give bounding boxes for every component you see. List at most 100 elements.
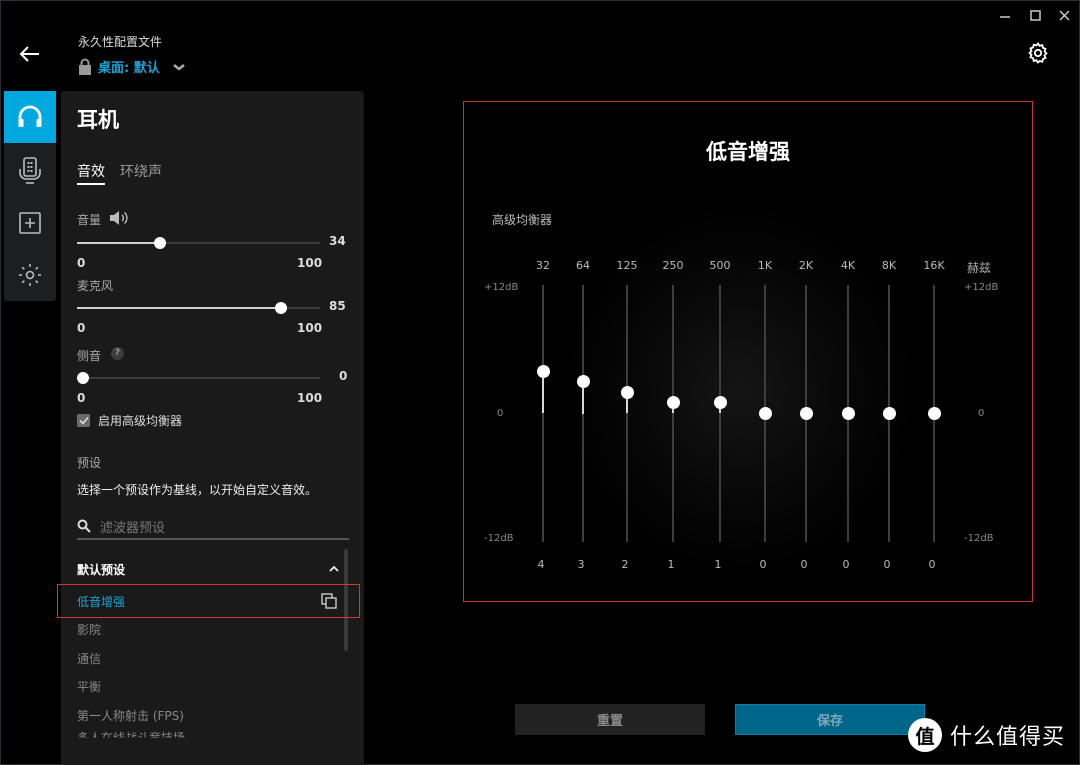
volume-slider-knob[interactable] bbox=[153, 237, 166, 249]
eq-gain-value: 1 bbox=[714, 558, 722, 571]
db-top-left: +12dB bbox=[484, 282, 519, 293]
tab-surround[interactable]: 环绕声 bbox=[120, 161, 162, 181]
device-settings-panel: 耳机 音效 环绕声 音量 34 0 100 麦克风 85 0 100 侧音 ? … bbox=[61, 91, 364, 765]
close-button[interactable] bbox=[1056, 8, 1074, 24]
volume-value: 34 bbox=[329, 234, 346, 248]
eq-freq-label: 64 bbox=[576, 259, 590, 272]
eq-freq-label: 250 bbox=[662, 259, 684, 272]
microphone-slider-knob[interactable] bbox=[275, 302, 288, 314]
eq-gain-value: 0 bbox=[759, 558, 767, 571]
eq-band-knob[interactable] bbox=[620, 385, 634, 399]
preset-item-fps[interactable]: 第一人称射击 (FPS) bbox=[77, 707, 184, 724]
watermark-badge: 值 bbox=[908, 718, 942, 752]
eq-preset-title: 低音增强 bbox=[706, 140, 790, 164]
sidetone-slider-knob[interactable] bbox=[77, 372, 89, 384]
eq-freq-label: 16K bbox=[923, 259, 945, 272]
db-mid-left: 0 bbox=[497, 408, 504, 419]
default-presets-group[interactable]: 默认预设 bbox=[77, 561, 125, 578]
sidetone-label: 侧音 bbox=[77, 349, 102, 363]
panel-title: 耳机 bbox=[77, 108, 119, 132]
eq-band-knob[interactable] bbox=[536, 364, 550, 378]
search-icon bbox=[77, 519, 91, 533]
presets-heading: 预设 bbox=[77, 456, 102, 470]
plus-box-icon bbox=[19, 212, 41, 234]
eq-band-knob[interactable] bbox=[666, 396, 680, 410]
eq-band-knob[interactable] bbox=[758, 407, 772, 420]
advanced-eq-checkbox[interactable] bbox=[77, 414, 90, 427]
rail-item-lighting[interactable] bbox=[4, 249, 56, 301]
headphones-icon bbox=[18, 105, 42, 127]
eq-band-track[interactable] bbox=[542, 285, 544, 542]
lock-icon bbox=[79, 58, 91, 75]
microphone-label: 麦克风 bbox=[77, 279, 114, 293]
profile-label: 永久性配置文件 bbox=[78, 35, 163, 49]
advanced-eq-label: 启用高级均衡器 bbox=[98, 414, 183, 428]
maximize-button[interactable] bbox=[1027, 8, 1045, 24]
eq-band-knob[interactable] bbox=[799, 407, 813, 420]
rail-item-headset[interactable] bbox=[4, 91, 56, 143]
rail-item-microphone[interactable] bbox=[4, 145, 56, 197]
preset-item-balanced[interactable]: 平衡 bbox=[77, 678, 101, 695]
volume-slider[interactable] bbox=[77, 237, 320, 249]
eq-freq-label: 500 bbox=[709, 259, 731, 272]
eq-gain-value: 4 bbox=[537, 558, 545, 571]
eq-band-knob[interactable] bbox=[576, 375, 590, 389]
eq-gain-value: 2 bbox=[621, 558, 629, 571]
db-bottom-right: -12dB bbox=[964, 533, 994, 544]
eq-band-track[interactable] bbox=[719, 285, 721, 542]
eq-freq-label: 32 bbox=[536, 259, 550, 272]
help-icon[interactable]: ? bbox=[111, 347, 124, 360]
preset-item-moba[interactable]: 多人在线战斗竞技场 bbox=[77, 729, 185, 738]
preset-item-cinema[interactable]: 影院 bbox=[77, 621, 101, 638]
eq-subtitle: 高级均衡器 bbox=[492, 213, 553, 227]
save-button[interactable]: 保存 bbox=[735, 704, 925, 735]
chevron-down-icon bbox=[172, 63, 185, 71]
volume-slider-fill bbox=[77, 242, 160, 244]
microphone-min: 0 bbox=[77, 321, 86, 335]
profile-selector[interactable]: 桌面: 默认 bbox=[78, 57, 186, 76]
db-bottom-left: -12dB bbox=[484, 533, 514, 544]
tab-sound-effects[interactable]: 音效 bbox=[77, 161, 105, 181]
eq-band-knob[interactable] bbox=[713, 396, 727, 410]
microphone-slider-fill bbox=[77, 307, 282, 309]
eq-band-track[interactable] bbox=[672, 285, 674, 542]
checkmark-icon bbox=[78, 416, 89, 425]
arrow-left-icon bbox=[19, 46, 39, 62]
eq-freq-label: 125 bbox=[616, 259, 638, 272]
volume-min: 0 bbox=[77, 256, 86, 270]
eq-gain-value: 0 bbox=[800, 558, 808, 571]
preset-filter-input[interactable]: 滤波器预设 bbox=[100, 517, 165, 536]
reset-button[interactable]: 重置 bbox=[515, 704, 705, 735]
device-rail bbox=[4, 91, 56, 301]
eq-band-knob[interactable] bbox=[882, 407, 896, 420]
sidetone-slider[interactable] bbox=[77, 372, 320, 384]
eq-band-track[interactable] bbox=[582, 285, 584, 542]
search-underline bbox=[77, 538, 349, 540]
db-top-right: +12dB bbox=[964, 282, 999, 293]
eq-freq-label: 4K bbox=[840, 259, 856, 272]
sidetone-min: 0 bbox=[77, 391, 86, 405]
eq-gain-value: 1 bbox=[667, 558, 675, 571]
microphone-slider[interactable] bbox=[77, 302, 320, 314]
microphone-icon bbox=[19, 157, 41, 184]
highlight-annotation-eq bbox=[463, 101, 1033, 602]
eq-band-track[interactable] bbox=[626, 285, 628, 542]
preset-item-communication[interactable]: 通信 bbox=[77, 650, 101, 667]
microphone-value: 85 bbox=[329, 299, 346, 313]
eq-freq-label: 8K bbox=[881, 259, 897, 272]
minimize-button[interactable] bbox=[997, 8, 1015, 24]
rail-item-add[interactable] bbox=[4, 197, 56, 249]
microphone-max: 100 bbox=[297, 321, 323, 335]
eq-band-knob[interactable] bbox=[927, 407, 941, 420]
sidetone-value: 0 bbox=[339, 369, 348, 383]
settings-gear-icon[interactable] bbox=[1026, 41, 1050, 65]
presets-description: 选择一个预设作为基线，以开始自定义音效。 bbox=[77, 483, 318, 497]
eq-gain-value: 0 bbox=[928, 558, 936, 571]
watermark-text: 什么值得买 bbox=[950, 725, 1066, 750]
watermark: 值 什么值得买 bbox=[908, 718, 1065, 752]
eq-band-knob[interactable] bbox=[841, 407, 855, 420]
advanced-eq-toggle[interactable]: 启用高级均衡器 bbox=[77, 412, 182, 429]
profile-name: 桌面: 默认 bbox=[98, 61, 160, 76]
back-button[interactable] bbox=[18, 42, 42, 66]
chevron-up-icon[interactable] bbox=[329, 565, 339, 573]
